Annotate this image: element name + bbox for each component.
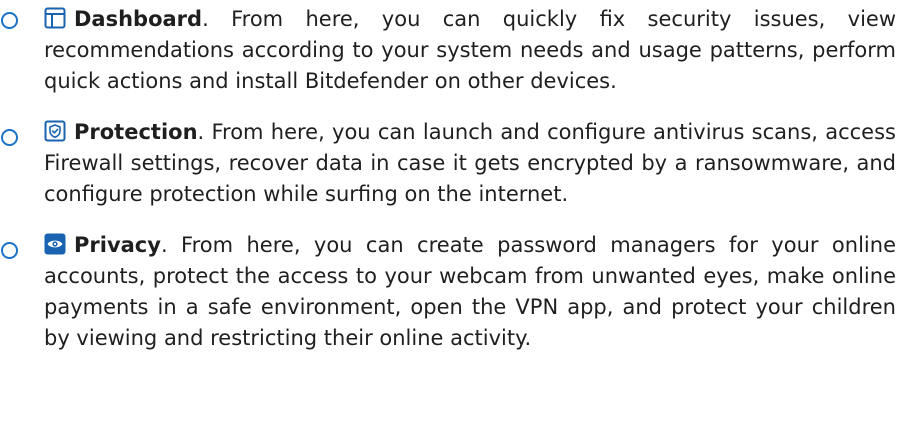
term-privacy: Privacy: [74, 233, 161, 257]
circle-bullet-icon: [1, 12, 18, 29]
eye-icon: [44, 233, 66, 255]
feature-list: Dashboard. From here, you can quickly fi…: [0, 0, 906, 354]
list-item-privacy: Privacy. From here, you can create passw…: [0, 230, 906, 354]
dashboard-icon: [44, 7, 66, 29]
shield-check-icon: [44, 120, 66, 142]
list-item-dashboard: Dashboard. From here, you can quickly fi…: [0, 0, 906, 97]
description-privacy: . From here, you can create password man…: [44, 233, 896, 350]
term-dashboard: Dashboard: [74, 7, 203, 31]
circle-bullet-icon: [1, 129, 18, 146]
circle-bullet-icon: [1, 242, 18, 259]
term-protection: Protection: [74, 120, 198, 144]
list-item-protection: Protection. From here, you can launch an…: [0, 117, 906, 210]
